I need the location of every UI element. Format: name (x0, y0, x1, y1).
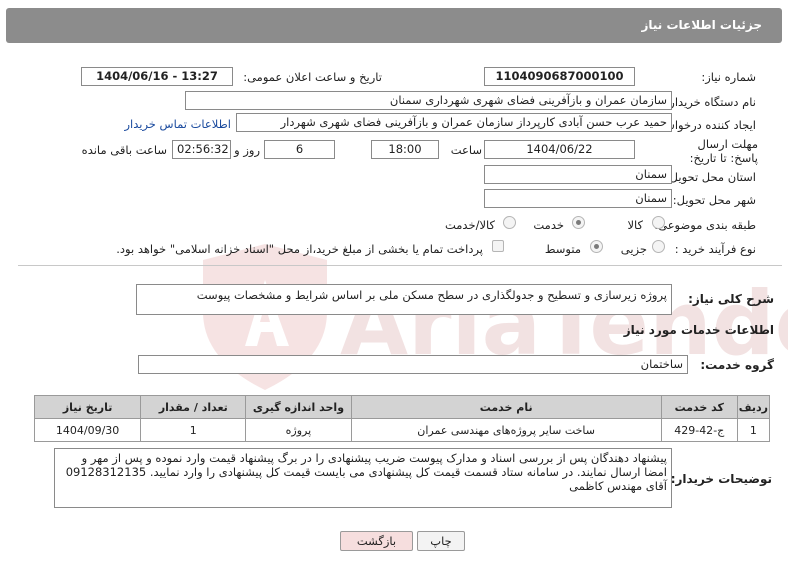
remaining-label: ساعت باقی مانده (81, 143, 167, 157)
purchase-option-medium: متوسط (544, 242, 581, 256)
col-header-date: تاریخ نیاز (33, 395, 142, 419)
province-label: استان محل تحویل: (665, 170, 756, 184)
deadline-date-field: 1404/06/22 (484, 140, 635, 159)
page-header: جزئیات اطلاعات نیاز (6, 8, 782, 43)
back-button[interactable]: بازگشت (340, 531, 413, 551)
cell-quantity: 1 (140, 418, 247, 442)
buyer-contact-link[interactable]: اطلاعات تماس خریدار (124, 117, 231, 131)
page-title: جزئیات اطلاعات نیاز (641, 18, 762, 32)
col-header-name: نام خدمت (350, 395, 662, 419)
buyer-notes-field: پیشنهاد دهندگان پس از بررسی اسناد و مدار… (54, 448, 672, 508)
services-section-title: اطلاعات خدمات مورد نیاز (623, 323, 774, 337)
buyer-org-label: نام دستگاه خریدار: (665, 95, 756, 109)
deadline-time-field: 18:00 (371, 140, 439, 159)
table-header-row: ردیف کد خدمت نام خدمت واحد اندازه گیری ت… (33, 395, 771, 419)
buyer-notes-label: توضیحات خریدار: (670, 472, 772, 486)
category-option-goods: کالا (627, 218, 643, 232)
col-header-quantity: تعداد / مقدار (140, 395, 247, 419)
purchase-radio-minor[interactable] (652, 240, 665, 253)
cell-need-date: 1404/09/30 (33, 418, 142, 442)
cell-unit: پروژه (245, 418, 352, 442)
category-option-service: خدمت (533, 218, 564, 232)
category-radio-goods-service[interactable] (503, 216, 516, 229)
service-group-label: گروه خدمت: (700, 358, 774, 372)
col-header-code: کد خدمت (660, 395, 738, 419)
col-header-unit: واحد اندازه گیری (245, 395, 352, 419)
category-label: طبقه بندی موضوعی: (654, 218, 756, 232)
treasury-checkbox[interactable] (492, 240, 504, 252)
deadline-time-label: ساعت (450, 143, 482, 157)
days-label: روز و (234, 143, 260, 157)
deadline-label: مهلت ارسال پاسخ: تا تاریخ: (689, 137, 758, 165)
description-label: شرح کلی نیاز: (688, 292, 774, 306)
need-number-label: شماره نیاز: (701, 70, 756, 84)
requester-field: حمید عرب حسن آبادی کارپرداز سازمان عمران… (236, 113, 672, 132)
remaining-days-field: 6 (264, 140, 335, 159)
purchase-option-minor: جزیی (620, 242, 647, 256)
cell-service-code: ج-42-429 (660, 418, 738, 442)
category-radio-service[interactable] (572, 216, 585, 229)
col-header-row: ردیف (736, 395, 771, 419)
announce-field: 1404/06/16 - 13:27 (81, 67, 233, 86)
announce-label: تاریخ و ساعت اعلان عمومی: (243, 70, 382, 84)
cell-service-name: ساخت سایر پروژه‌های مهندسی عمران (350, 418, 662, 442)
purchase-radio-medium[interactable] (590, 240, 603, 253)
buyer-org-field: سازمان عمران و بازآفرینی فضای شهری شهردا… (185, 91, 672, 110)
remaining-time-field: 02:56:32 (172, 140, 231, 159)
cell-row-number: 1 (736, 418, 771, 442)
service-group-field: ساختمان (138, 355, 688, 374)
table-row: 1 ج-42-429 ساخت سایر پروژه‌های مهندسی عم… (33, 418, 771, 442)
services-table: ردیف کد خدمت نام خدمت واحد اندازه گیری ت… (33, 395, 771, 442)
province-field: سمنان (484, 165, 672, 184)
description-field: پروژه زیرسازی و تسطیح و جدولگذاری در سطح… (136, 284, 672, 315)
city-field: سمنان (484, 189, 672, 208)
category-radio-goods[interactable] (652, 216, 665, 229)
print-button[interactable]: چاپ (417, 531, 465, 551)
city-label: شهر محل تحویل: (672, 193, 756, 207)
purchase-label: نوع فرآیند خرید : (674, 242, 756, 256)
category-option-goods-service: کالا/خدمت (444, 218, 495, 232)
section-divider (18, 265, 782, 266)
need-number-field: 1104090687000100 (484, 67, 635, 86)
treasury-note: پرداخت تمام یا بخشی از مبلغ خرید،از محل … (116, 242, 483, 256)
